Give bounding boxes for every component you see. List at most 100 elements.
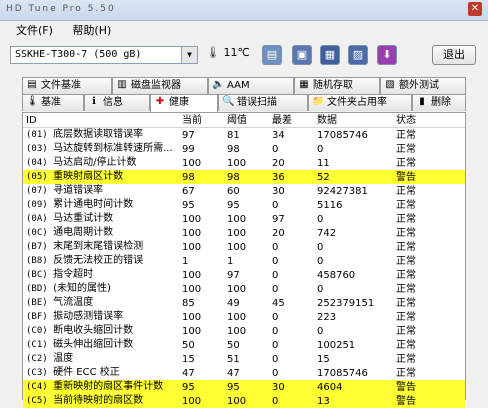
threshold-value: 98 (227, 143, 240, 155)
worst-value: 0 (272, 269, 279, 281)
tab-health[interactable]: ✚ 健康 (150, 94, 218, 112)
tab-random-access[interactable]: ▦ 随机存取 (294, 77, 380, 94)
table-row[interactable]: (C2) 温度 15 51 0 15 正常 (23, 352, 465, 366)
attribute-id: (C5) (26, 396, 48, 406)
table-row[interactable]: (BE) 气流温度 85 49 45 252379151 正常 (23, 296, 465, 310)
worst-value: 30 (269, 380, 314, 394)
table-row[interactable]: (C4) 重新映射的扇区事件计数 95 95 30 4604 警告 (23, 380, 465, 394)
tab-file-benchmark[interactable]: ▤ 文件基准 (22, 77, 112, 94)
table-row[interactable]: (09) 累计通电时间计数 95 95 0 5116 正常 (23, 198, 465, 212)
table-row[interactable]: (03) 马达旋转到标准转速所需... 99 98 0 0 正常 (23, 142, 465, 156)
menu-help[interactable]: 帮助(H) (64, 22, 111, 38)
drive-select[interactable]: SSKHE-T300-7 (500 gB) ▼ (10, 46, 198, 64)
chevron-down-icon[interactable]: ▼ (181, 47, 197, 63)
table-row[interactable]: (B7) 末尾到末尾错误检测 100 100 0 0 正常 (23, 240, 465, 254)
table-row[interactable]: (01) 底层数据读取错误率 97 81 34 17085746 正常 (23, 128, 465, 143)
table-row[interactable]: (C5) 当前待映射的扇区数 100 100 0 13 警告 (23, 394, 465, 408)
tab-benchmark[interactable]: 🌡 基准 (22, 94, 84, 111)
current-value: 100 (182, 157, 202, 169)
raw-data-value: 0 (317, 255, 324, 267)
threshold-value: 60 (227, 185, 240, 197)
attribute-id: (04) (26, 158, 48, 168)
table-row[interactable]: (C0) 断电收头缩回计数 100 100 0 0 正常 (23, 324, 465, 338)
current-value: 100 (182, 311, 202, 323)
tab-random-access-label: 随机存取 (313, 80, 353, 91)
current-value: 85 (182, 297, 195, 309)
table-row[interactable]: (B8) 反馈无法校正的错误 1 1 0 0 正常 (23, 254, 465, 268)
table-row[interactable]: (05) 重映射扇区计数 98 98 36 52 警告 (23, 170, 465, 184)
table-row[interactable]: (C3) 硬件 ECC 校正 47 47 0 17085746 正常 (23, 366, 465, 380)
current-value: 95 (182, 199, 195, 211)
status-value: 正常 (396, 353, 416, 365)
status-value: 正常 (396, 283, 416, 295)
tab-aam[interactable]: 🔈 AAM (208, 77, 294, 94)
copy-text-button[interactable]: ▤ (262, 45, 282, 65)
attribute-cell: (05) 重映射扇区计数 (23, 170, 179, 184)
attribute-name: 马达启动/停止计数 (53, 157, 137, 168)
worst-value: 20 (272, 157, 285, 169)
table-row[interactable]: (BF) 振动感测错误率 100 100 0 223 正常 (23, 310, 465, 324)
attribute-name: 寻道错误率 (53, 185, 104, 196)
table-row[interactable]: (0C) 通电周期计数 100 100 20 742 正常 (23, 226, 465, 240)
table-row[interactable]: (04) 马达启动/停止计数 100 100 20 11 正常 (23, 156, 465, 170)
current-value: 100 (182, 283, 202, 295)
tab-folder-usage[interactable]: 📁 文件夹占用率 (308, 94, 412, 111)
attribute-id: (09) (26, 200, 48, 210)
attribute-cell: (BE) 气流温度 (23, 296, 179, 310)
column-header-status[interactable]: 状态 (393, 113, 465, 128)
table-row[interactable]: (C1) 磁头伸出缩回计数 50 50 0 100251 正常 (23, 338, 465, 352)
status-value: 正常 (396, 241, 416, 253)
table-row[interactable]: (BD) (未知的属性) 100 100 0 0 正常 (23, 282, 465, 296)
attribute-name: (未知的属性) (53, 283, 111, 294)
column-header-worst[interactable]: 最差 (269, 113, 314, 128)
attribute-cell: (0C) 通电周期计数 (23, 226, 179, 240)
table-row[interactable]: (07) 寻道错误率 67 60 30 92427381 正常 (23, 184, 465, 198)
raw-data-value: 0 (317, 325, 324, 337)
raw-data-value: 13 (314, 394, 393, 408)
erase-icon: ▮ (419, 96, 425, 107)
save-button[interactable]: ▦ (320, 45, 340, 65)
options-button[interactable]: ▨ (348, 45, 368, 65)
attribute-name: 气流温度 (53, 297, 94, 308)
attribute-id: (C4) (26, 382, 48, 392)
table-row[interactable]: (0A) 马达重试计数 100 100 97 0 正常 (23, 212, 465, 226)
column-header-data[interactable]: 数据 (314, 113, 393, 128)
menu-file[interactable]: 文件(F) (8, 22, 53, 38)
download-button[interactable]: ⬇ (377, 45, 397, 65)
tab-erase[interactable]: ▮ 删除 (412, 94, 466, 111)
current-value: 100 (182, 325, 202, 337)
column-header-threshold[interactable]: 阈值 (224, 113, 269, 128)
window-close-button[interactable]: ✕ (468, 2, 482, 16)
attribute-name: 累计通电时间计数 (53, 199, 134, 210)
threshold-value: 50 (227, 339, 240, 351)
attribute-name: 马达重试计数 (53, 213, 114, 224)
threshold-value: 100 (227, 325, 247, 337)
aam-icon: 🔈 (212, 79, 225, 90)
column-header-current[interactable]: 当前 (179, 113, 224, 128)
table-row[interactable]: (BC) 指令超时 100 97 0 458760 正常 (23, 268, 465, 282)
column-header-id[interactable]: ID (23, 113, 179, 128)
health-icon: ✚ (155, 96, 165, 107)
tab-extra-tests[interactable]: ▧ 额外测试 (380, 77, 466, 94)
raw-data-value: 92427381 (317, 185, 368, 197)
attribute-cell: (04) 马达启动/停止计数 (23, 156, 179, 170)
attribute-cell: (C1) 磁头伸出缩回计数 (23, 338, 179, 352)
tab-error-scan[interactable]: 🔍 错误扫描 (218, 94, 308, 111)
worst-value: 36 (269, 170, 314, 184)
status-value: 正常 (396, 199, 416, 211)
tab-info[interactable]: ℹ 信息 (84, 94, 150, 111)
raw-data-value: 52 (314, 170, 393, 184)
raw-data-value: 0 (317, 213, 324, 225)
threshold-value: 51 (227, 353, 240, 365)
tab-disk-monitor-label: 磁盘监视器 (131, 80, 181, 91)
threshold-value: 47 (227, 367, 240, 379)
exit-button[interactable]: 退出 (432, 45, 476, 65)
tab-disk-monitor[interactable]: ▥ 磁盘监视器 (112, 77, 208, 94)
worst-value: 34 (272, 129, 285, 141)
raw-data-value: 223 (317, 311, 337, 323)
worst-value: 30 (272, 185, 285, 197)
threshold-value: 97 (227, 269, 240, 281)
attribute-cell: (B7) 末尾到末尾错误检测 (23, 240, 179, 254)
copy-screenshot-button[interactable]: ▣ (292, 45, 312, 65)
attribute-id: (C0) (26, 326, 48, 336)
